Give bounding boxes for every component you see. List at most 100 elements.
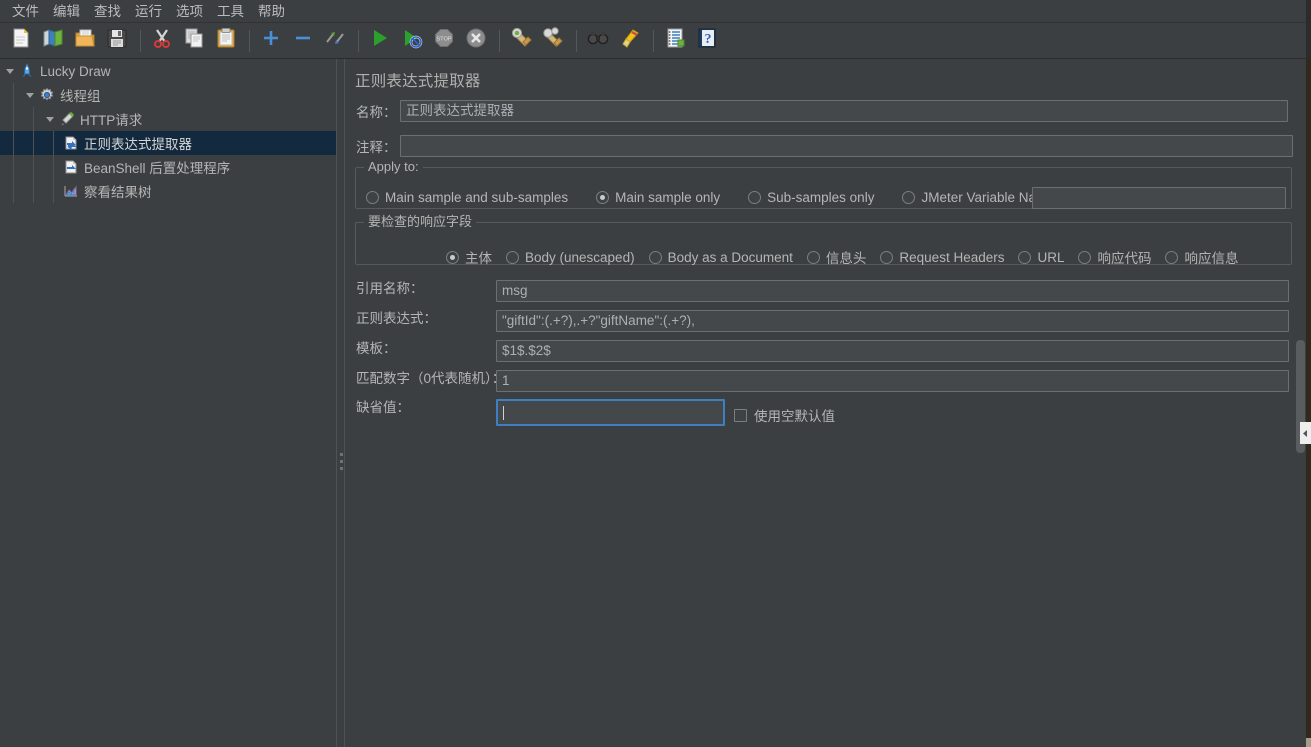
toolbar-separator-5 [576,29,577,52]
radio-response-message[interactable]: 响应信息 [1165,247,1238,267]
search-button[interactable] [583,26,613,56]
comment-input[interactable] [400,135,1293,157]
clear-all-button[interactable] [538,26,568,56]
http-request-icon [58,110,76,128]
menu-run[interactable]: 运行 [128,1,169,22]
radio-main-sample-only[interactable]: Main sample only [596,190,720,205]
radio-label: Body (unescaped) [525,249,635,265]
name-label: 名称： [356,105,397,120]
collapse-all-button[interactable] [288,26,318,56]
radio-indicator [806,250,820,264]
radio-indicator [366,191,379,204]
radio-main-sample-and-sub-samples[interactable]: Main sample and sub-samples [366,190,568,205]
regex-input[interactable]: "giftId":(.+?),.+?"giftName":(.+?), [496,310,1289,332]
jmeter-plan-icon [18,62,36,80]
cut-button[interactable] [147,26,177,56]
radio-sub-samples-only[interactable]: Sub-samples only [748,190,874,205]
start-no-timers-icon [401,27,423,54]
menu-search[interactable]: 查找 [87,1,128,22]
stop-icon: STOP [433,27,455,54]
splitter-grip-icon[interactable] [340,453,343,474]
radio-request-headers[interactable]: Request Headers [880,250,1004,265]
radio-label: URL [1037,249,1065,265]
open-button[interactable] [70,26,100,56]
collapse-panel-button[interactable] [1300,422,1311,444]
reset-search-button[interactable] [615,26,645,56]
new-file-button[interactable] [6,26,36,56]
post-processor-icon [62,158,80,176]
start-button[interactable] [365,26,395,56]
template-input[interactable]: $1$.$2$ [496,340,1289,362]
radio-indicator [596,191,610,204]
save-button[interactable] [102,26,132,56]
expand-arrow-icon[interactable] [2,63,18,79]
default-value-input[interactable] [496,399,725,426]
radio-url[interactable]: URL [1018,250,1064,265]
radio-body-unescaped[interactable]: Body (unescaped) [506,250,635,265]
clear-icon [510,27,532,54]
tree-node-beanshell-postprocessor[interactable]: BeanShell 后置处理程序 [0,155,336,179]
default-value-label: 缺省值： [356,400,410,415]
menu-edit[interactable]: 编辑 [46,1,87,22]
regex-extractor-panel: 正则表达式提取器 名称： 正则表达式提取器 注释： Apply to: Main… [346,59,1295,747]
shutdown-button[interactable] [461,26,491,56]
shutdown-icon [465,27,487,54]
thread-group-icon [38,86,56,104]
expand-arrow-icon[interactable] [42,111,58,127]
open-folder-icon [74,27,96,54]
menu-bar: 文件 编辑 查找 运行 选项 工具 帮助 [0,0,1311,23]
vertical-scrollbar[interactable] [1295,59,1306,747]
save-icon [106,27,128,54]
radio-response-headers[interactable]: 信息头 [806,247,866,267]
tree-node-thread-group[interactable]: 线程组 [0,83,336,107]
function-helper-icon [664,27,686,54]
match-number-input[interactable]: 1 [496,370,1289,392]
use-empty-default-checkbox[interactable]: 使用空默认值 [734,405,835,425]
post-processor-icon [62,134,80,152]
radio-body-as-a-document[interactable]: Body as a Document [648,250,793,265]
menu-options[interactable]: 选项 [169,1,210,22]
radio-indicator [1018,250,1032,264]
test-plan-tree[interactable]: Lucky Draw 线程组 HTTP请求 正则表达式提取器 BeanShell… [0,59,336,747]
help-button[interactable]: ? [692,26,722,56]
start-icon [369,27,391,54]
expand-all-button[interactable] [256,26,286,56]
split-pane-divider[interactable] [336,59,345,747]
radio-indicator [1165,250,1179,264]
tree-node-lucky-draw[interactable]: Lucky Draw [0,59,336,83]
svg-text:STOP: STOP [436,37,451,43]
menu-file[interactable]: 文件 [5,1,46,22]
radio-response-code[interactable]: 响应代码 [1078,247,1151,267]
toolbar-separator-2 [249,29,250,52]
reset-search-icon [619,27,641,54]
templates-button[interactable] [38,26,68,56]
paste-button[interactable] [211,26,241,56]
desktop-background-strip-bottom [1306,738,1311,747]
menu-help[interactable]: 帮助 [251,1,292,22]
radio-indicator [880,250,894,264]
expand-arrow-icon[interactable] [22,87,38,103]
desktop-background-strip [1306,0,1311,747]
clear-button[interactable] [506,26,536,56]
radio-body[interactable]: 主体 [446,247,492,267]
jmeter-variable-name-input[interactable] [1032,187,1286,209]
toolbar-separator-3 [358,29,359,52]
tree-node-regex-extractor[interactable]: 正则表达式提取器 [0,131,336,155]
stop-button[interactable]: STOP [429,26,459,56]
paste-icon [215,27,237,54]
start-no-timers-button[interactable] [397,26,427,56]
tree-node-http-request[interactable]: HTTP请求 [0,107,336,131]
toggle-icon [324,27,346,54]
radio-label: 响应代码 [1097,251,1152,266]
function-helper-button[interactable] [660,26,690,56]
text-caret [503,405,504,420]
toggle-button[interactable] [320,26,350,56]
name-input[interactable]: 正则表达式提取器 [400,100,1288,122]
reference-name-input[interactable]: msg [496,280,1289,302]
response-field-group-title: 要检查的响应字段 [364,214,477,230]
page-title: 正则表达式提取器 [355,73,481,90]
tree-node-view-results-tree[interactable]: 察看结果树 [0,179,336,203]
menu-tools[interactable]: 工具 [210,1,251,22]
copy-button[interactable] [179,26,209,56]
reference-name-label: 引用名称： [356,281,424,296]
